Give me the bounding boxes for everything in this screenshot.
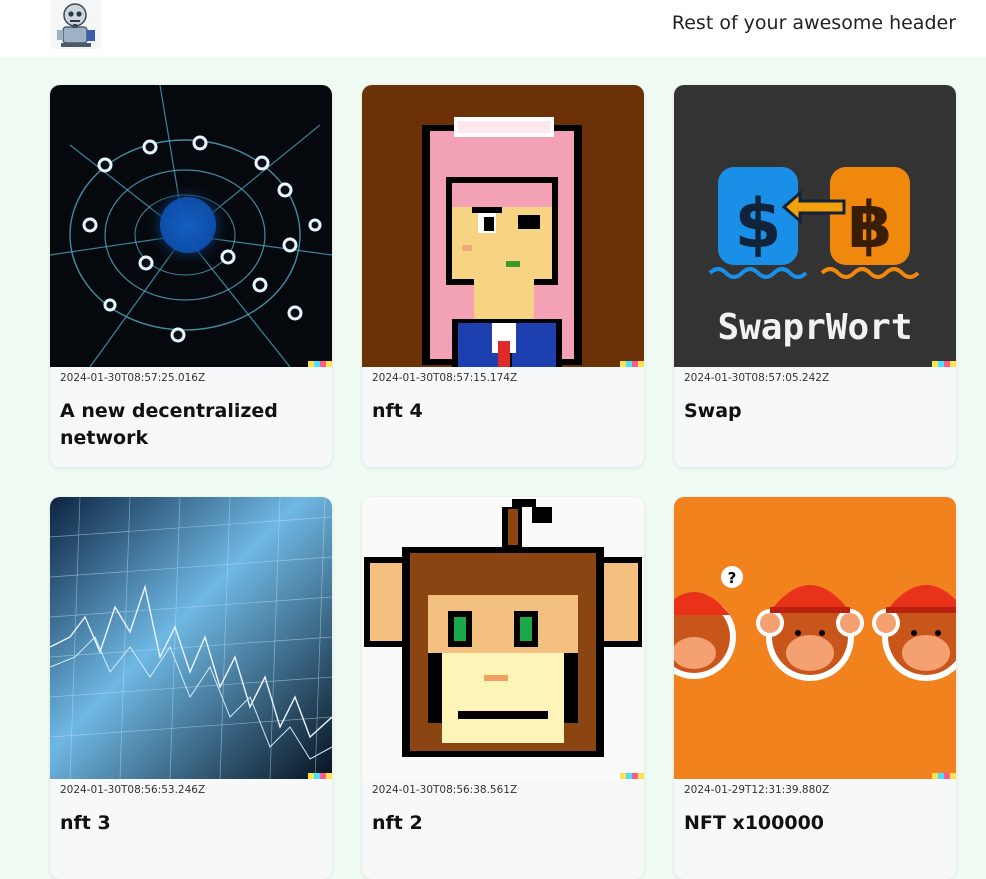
pixel-anime-girl-image[interactable] [362,85,644,367]
post-title[interactable]: A new decentralized network [60,398,322,452]
svg-text:$: $ [734,185,781,264]
swaprwort-logo-image[interactable]: $ ฿ SwaprWort [674,85,956,367]
network-globe-image[interactable] [50,85,332,367]
stock-chart-image[interactable] [50,497,332,779]
post-card[interactable]: 2024-01-30T08:57:25.016Z A new decentral… [50,85,332,467]
post-timestamp: 2024-01-30T08:57:05.242Z [684,372,830,384]
header-text: Rest of your awesome header [671,12,956,34]
pixel-monkey-image[interactable] [362,497,644,779]
post-card[interactable]: ? 2024-01-29T12:31:39.880Z NFT x100000 [674,497,956,879]
post-card[interactable]: 2024-01-30T08:56:53.246Z nft 3 [50,497,332,879]
post-timestamp: 2024-01-30T08:56:38.561Z [372,784,518,796]
post-timestamp: 2024-01-30T08:56:53.246Z [60,784,206,796]
post-title[interactable]: nft 2 [372,810,634,837]
post-card[interactable]: 2024-01-30T08:56:38.561Z nft 2 [362,497,644,879]
post-title[interactable]: NFT x100000 [684,810,946,837]
swaprwort-logo-text: SwaprWort [717,307,912,348]
post-title[interactable]: nft 3 [60,810,322,837]
post-timestamp: 2024-01-29T12:31:39.880Z [684,784,830,796]
post-card[interactable]: $ ฿ SwaprWort 2024-01-30T08:57:05.242Z S… [674,85,956,467]
cartoon-monkeys-image[interactable]: ? [674,497,956,779]
post-title[interactable]: Swap [684,398,946,425]
post-timestamp: 2024-01-30T08:57:25.016Z [60,372,206,384]
svg-text:฿: ฿ [848,189,893,263]
robot-logo-icon[interactable] [51,0,101,49]
post-card[interactable]: 2024-01-30T08:57:15.174Z nft 4 [362,85,644,467]
post-timestamp: 2024-01-30T08:57:15.174Z [372,372,518,384]
svg-text:?: ? [728,569,737,587]
site-header: Rest of your awesome header [0,0,986,57]
post-title[interactable]: nft 4 [372,398,634,425]
